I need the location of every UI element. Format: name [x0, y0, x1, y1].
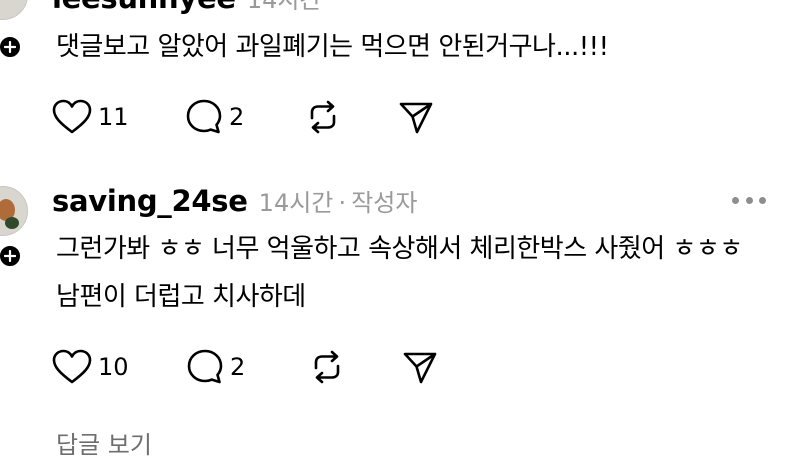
comment-icon [187, 349, 223, 384]
comment-header: saving_24se 14시간 · 작성자 [52, 183, 417, 218]
comment-actions: 10 2 [52, 347, 472, 387]
comment-text: 그런가봐 ㅎㅎ 너무 억울하고 속상해서 체리한박스 사줬어 ㅎㅎㅎ 남편이 더… [56, 234, 743, 312]
comment-text: 댓글보고 알았어 과일폐기는 먹으면 안된거구나...!!! [56, 32, 609, 62]
reply-count: 2 [230, 353, 246, 381]
heart-icon [52, 99, 92, 134]
reply-count: 2 [229, 103, 245, 131]
like-count: 10 [98, 353, 129, 381]
author-badge: 작성자 [351, 189, 418, 217]
reply-button[interactable]: 2 [186, 347, 245, 387]
more-options-button[interactable] [732, 195, 766, 205]
repost-button[interactable] [308, 347, 346, 387]
comment-actions: 11 2 [52, 97, 472, 137]
share-button[interactable] [398, 97, 434, 137]
timestamp: 14시간 [246, 0, 322, 14]
username[interactable]: saving_24se [52, 184, 248, 218]
follow-plus-icon[interactable] [0, 34, 23, 60]
avatar[interactable] [0, 0, 28, 20]
send-icon [399, 102, 433, 134]
repost-icon [314, 350, 340, 384]
avatar[interactable] [0, 186, 28, 236]
view-replies-link[interactable]: 답글 보기 [56, 425, 152, 460]
like-button[interactable]: 11 [52, 97, 129, 137]
like-count: 11 [98, 103, 129, 131]
like-button[interactable]: 10 [52, 347, 129, 387]
heart-icon [52, 349, 92, 384]
reply-button[interactable]: 2 [185, 97, 244, 137]
follow-plus-icon[interactable] [0, 243, 23, 269]
share-button[interactable] [402, 347, 438, 387]
comment-header: leesunnyee 14시간 [52, 0, 322, 15]
timestamp: 14시간 [258, 189, 334, 217]
comment-icon [186, 99, 222, 134]
more-icon [732, 196, 739, 204]
repost-icon [310, 100, 336, 134]
username[interactable]: leesunnyee [52, 0, 236, 15]
send-icon [403, 352, 437, 384]
separator: · [338, 189, 347, 217]
repost-button[interactable] [304, 97, 342, 137]
